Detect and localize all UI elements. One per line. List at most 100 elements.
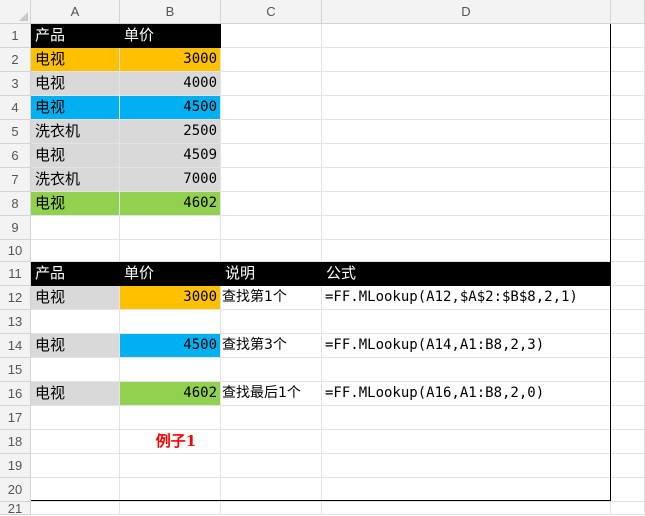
grid-cell[interactable] (322, 144, 611, 168)
grid-cell[interactable] (221, 72, 322, 96)
row-header-11[interactable]: 11 (0, 262, 31, 286)
table1-price-cell[interactable]: 4500 (120, 96, 221, 120)
table2-header-product[interactable]: 产品 (31, 262, 120, 286)
grid-cell[interactable] (120, 358, 221, 382)
select-all-corner[interactable] (0, 0, 31, 24)
table2-note-cell[interactable]: 查找第1个 (221, 286, 322, 310)
table2-price-cell[interactable]: 4602 (120, 382, 221, 406)
table2-formula-cell[interactable]: =FF.MLookup(A12,$A$2:$B$8,2,1) (322, 286, 611, 310)
grid-cell[interactable] (611, 334, 645, 358)
table2-price-cell[interactable]: 4500 (120, 334, 221, 358)
grid-cell[interactable] (31, 478, 120, 502)
grid-cell[interactable] (31, 216, 120, 240)
grid-cell[interactable] (611, 310, 645, 334)
grid-cell[interactable] (322, 454, 611, 478)
grid-cell[interactable] (611, 120, 645, 144)
grid-cell[interactable] (611, 478, 645, 502)
row-header-10[interactable]: 10 (0, 240, 31, 262)
grid-cell[interactable] (322, 72, 611, 96)
table1-header-price[interactable]: 单价 (120, 24, 221, 48)
table2-product-cell[interactable]: 电视 (31, 382, 120, 406)
column-header-e[interactable] (611, 0, 645, 24)
grid-cell[interactable] (322, 478, 611, 502)
grid-cell[interactable] (221, 502, 322, 515)
grid-cell[interactable] (31, 240, 120, 262)
grid-cell[interactable] (221, 96, 322, 120)
row-header-20[interactable]: 20 (0, 478, 31, 502)
grid-cell[interactable] (221, 358, 322, 382)
grid-cell[interactable] (611, 286, 645, 310)
table1-header-product[interactable]: 产品 (31, 24, 120, 48)
grid-cell[interactable] (322, 168, 611, 192)
grid-cell[interactable] (611, 502, 645, 515)
grid-cell[interactable] (322, 120, 611, 144)
grid-cell[interactable] (120, 240, 221, 262)
row-header-21[interactable]: 21 (0, 501, 31, 516)
grid-cell[interactable] (611, 454, 645, 478)
grid-cell[interactable] (322, 96, 611, 120)
grid-cell[interactable] (611, 240, 645, 262)
column-header-c[interactable]: C (221, 0, 322, 24)
grid-cell[interactable] (611, 24, 645, 48)
grid-cell[interactable] (221, 192, 322, 216)
grid-cell[interactable] (31, 502, 120, 515)
table1-price-cell[interactable]: 4509 (120, 144, 221, 168)
grid-cell[interactable] (120, 216, 221, 240)
row-header-16[interactable]: 16 (0, 382, 31, 406)
grid-cell[interactable] (322, 240, 611, 262)
grid-cell[interactable] (120, 502, 221, 515)
table2-header-price[interactable]: 单价 (120, 262, 221, 286)
grid-cell[interactable] (322, 502, 611, 515)
table1-product-cell[interactable]: 电视 (31, 72, 120, 96)
grid-cell[interactable] (31, 310, 120, 334)
row-header-4[interactable]: 4 (0, 96, 31, 120)
grid-cell[interactable] (221, 144, 322, 168)
grid-cell[interactable] (221, 240, 322, 262)
grid-cell[interactable] (611, 358, 645, 382)
grid-cell[interactable] (611, 262, 645, 286)
grid-cell[interactable] (322, 310, 611, 334)
grid-cell[interactable] (120, 406, 221, 430)
grid-cell[interactable] (221, 406, 322, 430)
table2-note-cell[interactable]: 查找最后1个 (221, 382, 322, 406)
row-header-12[interactable]: 12 (0, 286, 31, 310)
row-header-7[interactable]: 7 (0, 168, 31, 192)
grid-cell[interactable] (322, 192, 611, 216)
row-header-17[interactable]: 17 (0, 406, 31, 430)
table2-price-cell[interactable]: 3000 (120, 286, 221, 310)
table1-product-cell[interactable]: 电视 (31, 192, 120, 216)
grid-cell[interactable] (221, 216, 322, 240)
grid-cell[interactable] (221, 48, 322, 72)
row-header-1[interactable]: 1 (0, 24, 31, 48)
grid-cell[interactable] (611, 144, 645, 168)
grid-cell[interactable] (322, 406, 611, 430)
row-header-19[interactable]: 19 (0, 454, 31, 478)
grid-cell[interactable] (221, 24, 322, 48)
grid-cell[interactable] (221, 310, 322, 334)
table1-product-cell[interactable]: 洗衣机 (31, 120, 120, 144)
grid-cell[interactable] (31, 358, 120, 382)
grid-cell[interactable] (611, 72, 645, 96)
row-header-9[interactable]: 9 (0, 216, 31, 240)
table2-header-note[interactable]: 说明 (221, 262, 322, 286)
grid-cell[interactable] (120, 478, 221, 502)
row-header-14[interactable]: 14 (0, 334, 31, 358)
row-header-5[interactable]: 5 (0, 120, 31, 144)
table2-product-cell[interactable]: 电视 (31, 286, 120, 310)
row-header-13[interactable]: 13 (0, 310, 31, 334)
grid-cell[interactable] (221, 168, 322, 192)
table2-formula-cell[interactable]: =FF.MLookup(A14,A1:B8,2,3) (322, 334, 611, 358)
grid-cell[interactable] (322, 216, 611, 240)
grid-cell[interactable] (221, 478, 322, 502)
table2-formula-cell[interactable]: =FF.MLookup(A16,A1:B8,2,0) (322, 382, 611, 406)
table1-price-cell[interactable]: 2500 (120, 120, 221, 144)
grid-cell[interactable] (322, 24, 611, 48)
grid-cell[interactable] (611, 382, 645, 406)
table1-price-cell[interactable]: 7000 (120, 168, 221, 192)
grid-cell[interactable] (31, 406, 120, 430)
grid-cell[interactable] (611, 406, 645, 430)
row-header-2[interactable]: 2 (0, 48, 31, 72)
table2-product-cell[interactable]: 电视 (31, 334, 120, 358)
grid-cell[interactable] (611, 430, 645, 454)
example-label[interactable]: 例子1 (31, 430, 322, 454)
